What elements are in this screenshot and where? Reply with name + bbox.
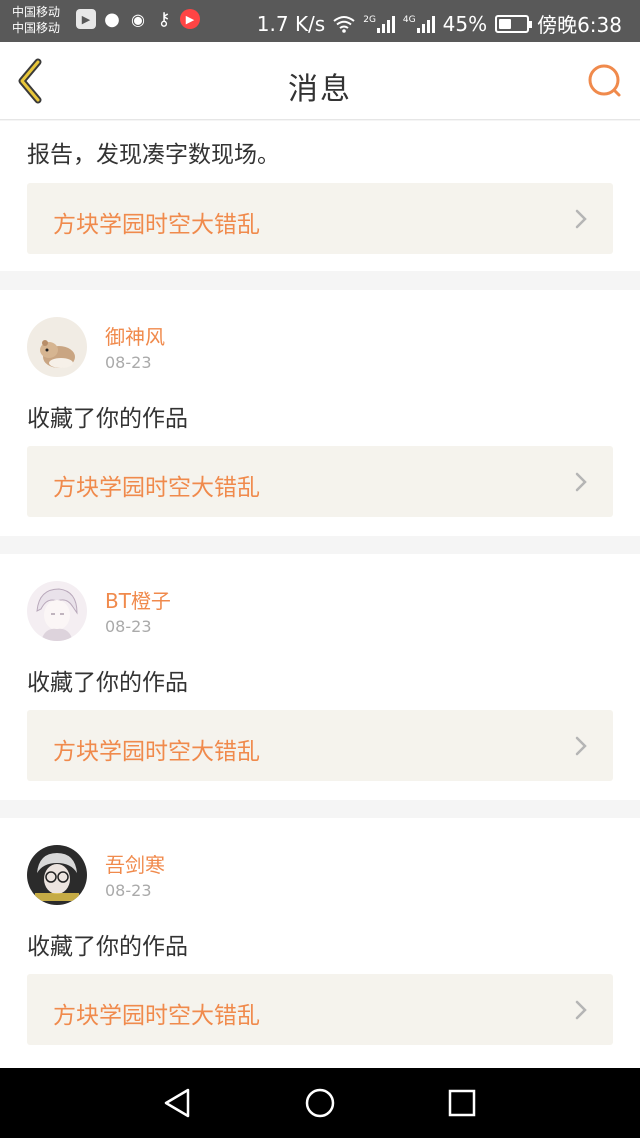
message-card: 吾剑寒 08-23 收藏了你的作品 方块学园时空大错乱 <box>0 818 640 1068</box>
chevron-right-icon <box>575 472 587 492</box>
action-text: 收藏了你的作品 <box>27 670 188 696</box>
chevron-right-icon <box>575 1000 587 1020</box>
header: 消息 <box>0 42 640 120</box>
search-button[interactable] <box>586 62 624 100</box>
message-date: 08-23 <box>105 617 152 636</box>
chevron-right-icon <box>575 209 587 229</box>
portrait-avatar-icon <box>27 845 87 905</box>
wifi-icon <box>333 15 355 33</box>
nav-recent-button[interactable] <box>444 1085 480 1121</box>
chat-bubble-icon: ● <box>104 8 120 30</box>
work-title: 方块学园时空大错乱 <box>53 212 260 238</box>
system-navigation-bar <box>0 1068 640 1138</box>
work-title: 方块学园时空大错乱 <box>53 475 260 501</box>
chevron-right-icon <box>575 736 587 756</box>
notification-icons: ▶ ● ◉ ⚷ ▶ <box>76 8 200 30</box>
nav-home-button[interactable] <box>302 1085 338 1121</box>
username[interactable]: 御神风 <box>105 321 165 350</box>
network-type-2: 4G <box>402 14 416 25</box>
network-type-1: 2G <box>363 14 376 25</box>
status-bar: 中国移动 中国移动 ▶ ● ◉ ⚷ ▶ 1.7 K/s 2G 4G 45% 傍晚… <box>0 0 640 42</box>
message-card: 报告，发现凑字数现场。 方块学园时空大错乱 <box>0 121 640 271</box>
signal-icon-2 <box>416 15 435 33</box>
avatar[interactable] <box>27 581 87 641</box>
battery-fill <box>499 18 512 29</box>
battery-percent: 45% <box>442 11 488 36</box>
action-text: 收藏了你的作品 <box>27 406 188 432</box>
work-link[interactable]: 方块学园时空大错乱 <box>27 446 613 517</box>
status-right: 1.7 K/s 2G 4G 45% 傍晚6:38 <box>257 9 622 38</box>
avatar[interactable] <box>27 317 87 377</box>
battery-icon <box>495 14 533 33</box>
work-title: 方块学园时空大错乱 <box>53 1003 260 1029</box>
message-card: BT橙子 08-23 收藏了你的作品 方块学园时空大错乱 <box>0 554 640 800</box>
nav-back-button[interactable] <box>160 1085 196 1121</box>
avatar[interactable] <box>27 845 87 905</box>
search-icon <box>588 64 621 97</box>
network-speed: 1.7 K/s <box>256 11 326 36</box>
carrier-1: 中国移动 <box>12 5 61 19</box>
carrier-2: 中国移动 <box>12 21 61 35</box>
carrier-labels: 中国移动 中国移动 <box>12 4 60 36</box>
work-link[interactable]: 方块学园时空大错乱 <box>27 974 613 1045</box>
wechat-icon: ◉ <box>131 9 145 29</box>
page-title: 消息 <box>288 72 352 107</box>
circle-home-icon <box>305 1088 335 1118</box>
anime-avatar-icon <box>27 581 87 641</box>
username[interactable]: 吾剑寒 <box>105 849 165 878</box>
action-text: 收藏了你的作品 <box>27 934 188 960</box>
work-title: 方块学园时空大错乱 <box>53 739 260 765</box>
message-date: 08-23 <box>105 881 152 900</box>
username[interactable]: BT橙子 <box>105 585 171 614</box>
key-icon: ⚷ <box>157 8 171 30</box>
play-store-icon: ▶ <box>76 9 96 29</box>
clock: 傍晚6:38 <box>537 13 622 37</box>
work-link[interactable]: 方块学园时空大错乱 <box>27 710 613 781</box>
app-notification-icon: ▶ <box>180 9 200 29</box>
signal-icon-1 <box>376 15 395 33</box>
message-date: 08-23 <box>105 353 152 372</box>
work-link[interactable]: 方块学园时空大错乱 <box>27 183 613 254</box>
hamster-avatar-icon <box>27 317 87 377</box>
message-card: 御神风 08-23 收藏了你的作品 方块学园时空大错乱 <box>0 290 640 536</box>
square-recent-icon <box>448 1089 476 1117</box>
message-text: 报告，发现凑字数现场。 <box>27 142 280 168</box>
triangle-back-icon <box>164 1088 190 1118</box>
